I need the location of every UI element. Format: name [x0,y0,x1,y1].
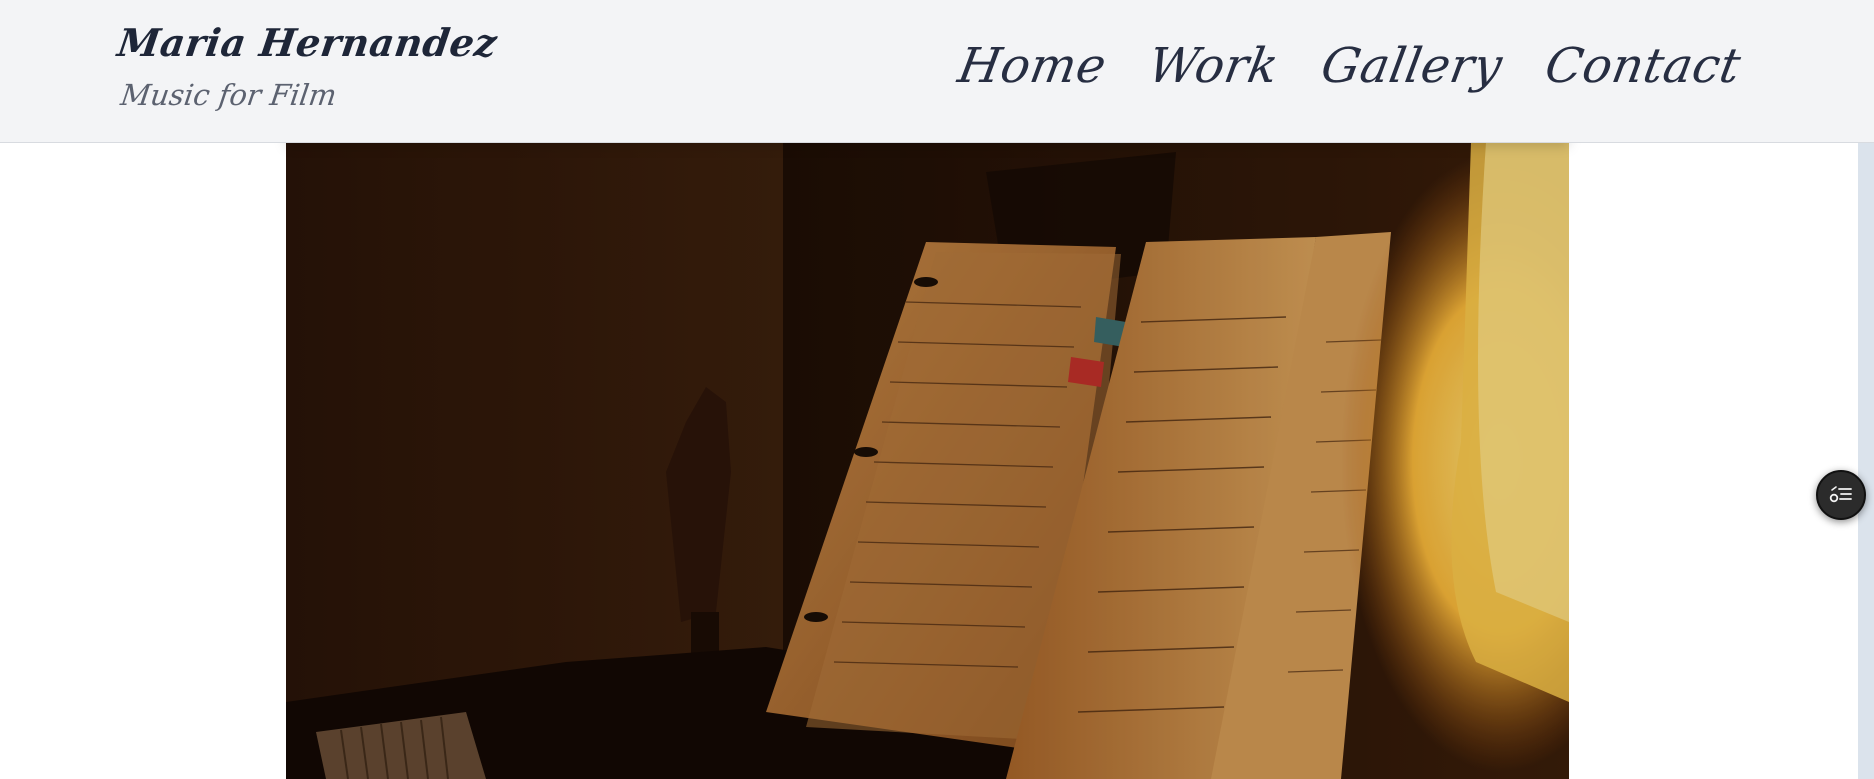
nav-link-contact[interactable]: Contact [1541,38,1745,94]
page-scroll-edge [1858,142,1874,779]
nav-link-gallery[interactable]: Gallery [1317,38,1507,94]
sheet-music-photo [286,142,1569,779]
nav-link-home[interactable]: Home [954,38,1111,94]
accessibility-menu-icon [1829,486,1852,503]
site-title[interactable]: Maria Hernandez [115,20,500,65]
hero-image [286,142,1569,779]
accessibility-menu-button[interactable] [1816,470,1866,520]
page: Maria Hernandez Music for Film Home Work… [0,0,1874,779]
site-header: Maria Hernandez Music for Film Home Work… [0,0,1874,143]
main-nav: Home Work Gallery Contact [954,38,1745,94]
site-subtitle: Music for Film [118,78,339,112]
nav-link-work[interactable]: Work [1144,38,1283,94]
